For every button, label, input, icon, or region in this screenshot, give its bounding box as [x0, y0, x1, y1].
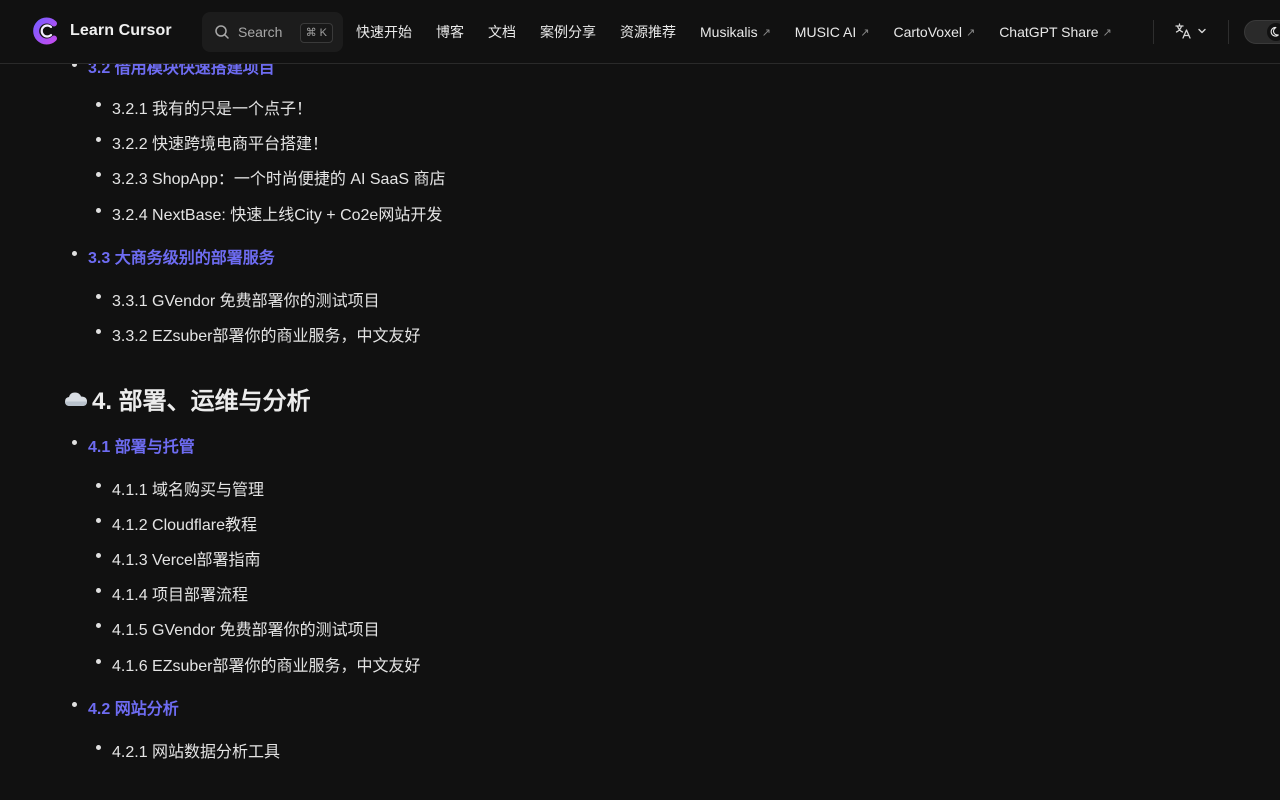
- toc-link-3-3[interactable]: 3.3 大商务级别的部署服务: [88, 244, 275, 268]
- toc-item-3-3-1[interactable]: 3.3.1 GVendor 免费部署你的测试项目: [112, 287, 380, 311]
- nav-divider: [1153, 20, 1154, 44]
- main-content: 3.2 借用模块快速搭建项目 3.2.1 我有的只是一个点子！ 3.2.2 快速…: [0, 0, 1280, 800]
- toc-link-4-2[interactable]: 4.2 网站分析: [88, 695, 179, 719]
- nav-link-music-ai[interactable]: MUSIC AI ↗: [795, 22, 870, 42]
- list-bullet: [96, 518, 101, 523]
- toc-item-3-2-2[interactable]: 3.2.2 快速跨境电商平台搭建！: [112, 130, 328, 154]
- nav-link-resources[interactable]: 资源推荐: [620, 22, 676, 42]
- external-link-icon: ↗: [1102, 26, 1112, 39]
- logo-icon: [33, 17, 57, 45]
- section-heading-text: 4. 部署、运维与分析: [92, 388, 311, 415]
- list-bullet: [96, 294, 101, 299]
- toc-link-4-1[interactable]: 4.1 部署与托管: [88, 433, 195, 457]
- search-shortcut: ⌘ K: [299, 23, 333, 43]
- list-bullet: [96, 329, 101, 334]
- toggle-knob: [1267, 23, 1280, 41]
- list-bullet: [96, 623, 101, 628]
- cloud-icon: [65, 392, 87, 406]
- moon-icon: [1270, 26, 1279, 37]
- external-link-icon: ↗: [860, 26, 870, 39]
- search-placeholder: Search: [238, 24, 283, 40]
- list-bullet: [96, 659, 101, 664]
- toc-item-3-2-3[interactable]: 3.2.3 ShopApp：一个时尚便捷的 AI SaaS 商店: [112, 165, 445, 189]
- toc-item-4-2-1[interactable]: 4.2.1 网站数据分析工具: [112, 738, 280, 762]
- nav-link-musikalis[interactable]: Musikalis ↗: [700, 22, 771, 42]
- nav-link-docs[interactable]: 文档: [488, 22, 516, 42]
- search-button[interactable]: Search ⌘ K: [202, 12, 343, 52]
- section-heading-4: 4. 部署、运维与分析: [64, 381, 311, 416]
- language-switcher[interactable]: [1174, 22, 1208, 40]
- list-bullet: [72, 440, 77, 445]
- search-icon: [215, 25, 229, 39]
- theme-toggle[interactable]: [1244, 20, 1280, 44]
- list-bullet: [72, 702, 77, 707]
- toc-item-4-1-4[interactable]: 4.1.4 项目部署流程: [112, 581, 248, 605]
- toc-item-4-1-3[interactable]: 4.1.3 Vercel部署指南: [112, 546, 261, 570]
- list-bullet: [96, 137, 101, 142]
- chevron-down-icon: [1198, 28, 1206, 34]
- nav-link-blog[interactable]: 博客: [436, 22, 464, 42]
- toc-item-4-1-2[interactable]: 4.1.2 Cloudflare教程: [112, 511, 257, 535]
- nav-link-cases[interactable]: 案例分享: [540, 22, 596, 42]
- list-bullet: [72, 251, 77, 256]
- list-bullet: [96, 588, 101, 593]
- nav-divider: [1228, 20, 1229, 44]
- list-bullet: [96, 483, 101, 488]
- list-bullet: [96, 553, 101, 558]
- list-bullet: [96, 172, 101, 177]
- logo-text: Learn Cursor: [70, 22, 172, 39]
- list-bullet: [96, 745, 101, 750]
- list-bullet: [96, 102, 101, 107]
- toc-item-4-1-5[interactable]: 4.1.5 GVendor 免费部署你的测试项目: [112, 616, 380, 640]
- toc-item-4-1-6[interactable]: 4.1.6 EZsuber部署你的商业服务，中文友好: [112, 652, 421, 676]
- toc-item-3-2-4[interactable]: 3.2.4 NextBase: 快速上线City + Co2e网站开发: [112, 201, 442, 225]
- site-logo[interactable]: Learn Cursor: [32, 16, 172, 46]
- toc-item-3-3-2[interactable]: 3.3.2 EZsuber部署你的商业服务，中文友好: [112, 322, 421, 346]
- toc-item-3-2-1[interactable]: 3.2.1 我有的只是一个点子！: [112, 95, 312, 119]
- external-link-icon: ↗: [761, 26, 771, 39]
- nav-link-cartovoxel[interactable]: CartoVoxel ↗: [893, 22, 975, 42]
- top-navbar: Learn Cursor Search ⌘ K 快速开始 博客 文档 案例分享 …: [0, 0, 1280, 64]
- external-link-icon: ↗: [965, 26, 976, 39]
- nav-link-quickstart[interactable]: 快速开始: [356, 22, 412, 42]
- list-bullet: [96, 208, 101, 213]
- nav-links: 快速开始 博客 文档 案例分享 资源推荐 Musikalis ↗ MUSIC AI…: [356, 22, 1136, 42]
- toc-item-4-1-1[interactable]: 4.1.1 域名购买与管理: [112, 476, 264, 500]
- translate-icon: [1175, 23, 1191, 39]
- nav-link-chatgpt-share[interactable]: ChatGPT Share ↗: [999, 22, 1112, 42]
